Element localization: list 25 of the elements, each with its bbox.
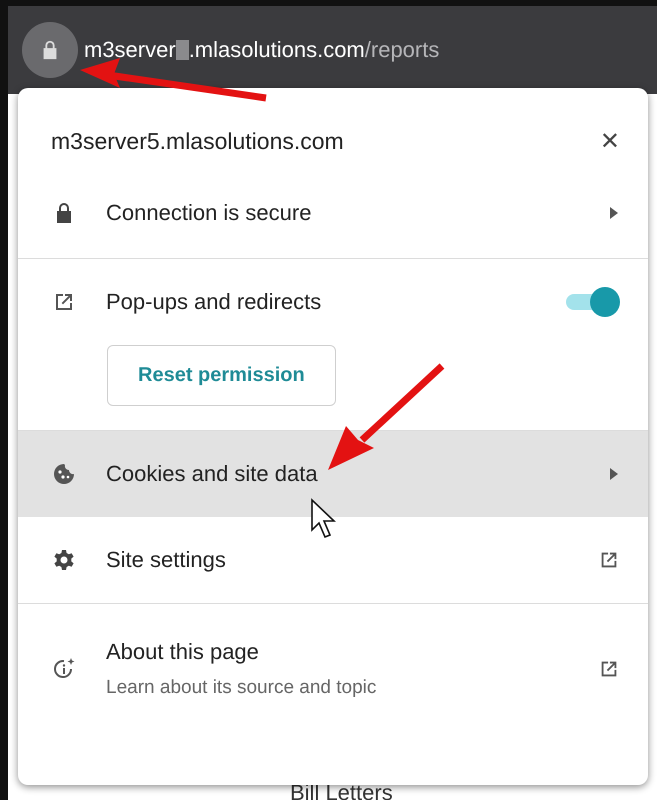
reset-permission-button[interactable]: Reset permission [107, 345, 336, 406]
menu-row[interactable]: Pop-ups and redirects [18, 259, 648, 345]
toggle-switch[interactable] [564, 287, 620, 317]
menu-row[interactable]: About this page Learn about its source and topic [18, 604, 648, 728]
row-label: Pop-ups and redirects [106, 289, 322, 315]
chevron-icon [608, 467, 620, 481]
url-text: m3server [84, 37, 176, 63]
info-icon [52, 657, 76, 681]
settings-icon [52, 548, 76, 572]
address-bar[interactable]: m3server .mlasolutions.com/reports [8, 6, 657, 94]
row-subtitle: Learn about its source and topic [106, 677, 378, 699]
menu-row[interactable]: Site settings [18, 517, 648, 603]
url-path: /reports [364, 37, 440, 63]
row-label: Connection is secure [106, 200, 312, 226]
menu-row[interactable]: Cookies and site data [18, 431, 648, 517]
row-label: About this page [106, 639, 260, 665]
url-text: .mlasolutions.com [188, 37, 365, 63]
row-label: Cookies and site data [106, 461, 319, 487]
menu-row[interactable]: Connection is secure [18, 176, 648, 258]
popup-title: m3server5.mlasolutions.com [51, 128, 344, 154]
chevron-icon [608, 206, 620, 220]
row-label: Site settings [106, 547, 227, 573]
cookie-icon [52, 462, 76, 486]
mouse-cursor-icon [310, 498, 336, 540]
close-button[interactable]: ✕ [596, 127, 624, 155]
